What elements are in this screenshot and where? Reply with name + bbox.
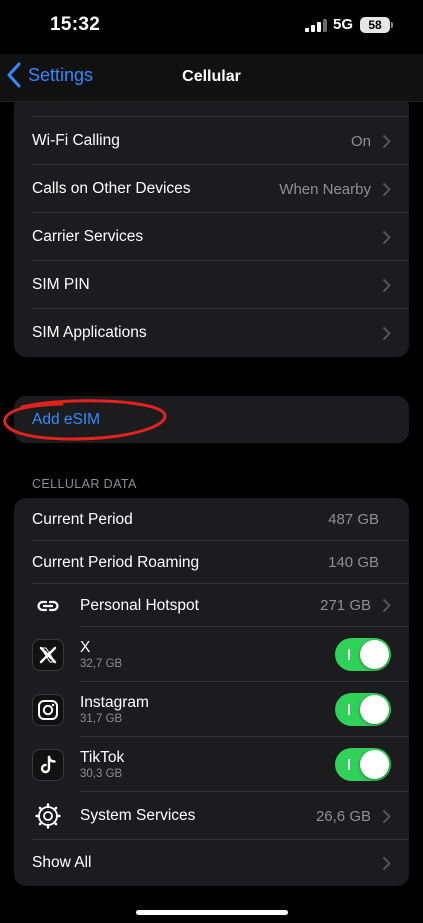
system-services-label: System Services xyxy=(80,807,196,824)
chevron-right-icon xyxy=(383,134,391,148)
chevron-right-icon xyxy=(383,326,391,340)
calls-other-devices-value: When Nearby xyxy=(279,180,371,198)
app-usage: 31,7 GB xyxy=(80,712,123,725)
cellular-data-toggle-tiktok[interactable] xyxy=(335,748,391,781)
show-all-label: Show All xyxy=(32,854,92,871)
network-type: 5G xyxy=(333,16,354,33)
wifi-calling-label: Wi-Fi Calling xyxy=(32,132,120,149)
battery-icon: 58 xyxy=(360,17,390,33)
current-period-label: Current Period xyxy=(32,510,133,528)
app-row-instagram: Instagram 31,7 GB xyxy=(14,682,409,737)
carrier-services-label: Carrier Services xyxy=(32,228,144,245)
app-usage: 32,7 GB xyxy=(80,657,123,670)
system-services-value: 26,6 GB xyxy=(315,807,371,825)
status-bar: 15:32 5G 58 xyxy=(0,0,423,54)
carrier-services-row[interactable]: Carrier Services xyxy=(14,213,409,261)
current-period-roaming-row: Current Period Roaming 140 GB xyxy=(14,541,409,584)
wifi-calling-row[interactable]: Wi-Fi Calling On xyxy=(14,117,409,165)
link-icon xyxy=(32,589,64,622)
calls-other-devices-row[interactable]: Calls on Other Devices When Nearby xyxy=(14,165,409,213)
personal-hotspot-label: Personal Hotspot xyxy=(80,596,199,614)
x-logo-icon xyxy=(32,638,64,671)
cellular-signal-icon xyxy=(305,19,327,32)
app-name: X xyxy=(80,638,91,656)
chevron-right-icon xyxy=(383,809,391,823)
cellular-data-toggle-x[interactable] xyxy=(335,638,391,671)
status-time: 15:32 xyxy=(50,14,101,35)
cellular-data-header: CELLULAR DATA xyxy=(32,477,137,491)
sim-pin-row[interactable]: SIM PIN xyxy=(14,261,409,309)
system-services-row[interactable]: System Services 26,6 GB xyxy=(14,792,409,840)
calls-other-devices-label: Calls on Other Devices xyxy=(32,180,191,197)
app-row-tiktok: TikTok 30,3 GB xyxy=(14,737,409,792)
app-row-x: X 32,7 GB xyxy=(14,627,409,682)
personal-hotspot-row[interactable]: Personal Hotspot 271 GB xyxy=(14,584,409,627)
battery-tip xyxy=(391,22,393,28)
cellular-data-group: Current Period 487 GB Current Period Roa… xyxy=(14,498,409,886)
app-name: TikTok xyxy=(80,748,125,766)
current-period-row: Current Period 487 GB xyxy=(14,498,409,541)
current-period-roaming-value: 140 GB xyxy=(328,554,379,571)
nav-bar: Settings Cellular xyxy=(0,56,423,100)
tiktok-icon xyxy=(32,748,64,781)
cellular-settings-screen: Wi-Fi Calling On Calls on Other Devices … xyxy=(0,0,423,923)
sim-pin-label: SIM PIN xyxy=(32,276,90,293)
chevron-right-icon xyxy=(383,230,391,244)
home-indicator[interactable] xyxy=(136,910,288,915)
app-name: Instagram xyxy=(80,693,149,711)
chevron-right-icon xyxy=(383,278,391,292)
cellular-data-toggle-instagram[interactable] xyxy=(335,693,391,726)
show-all-row[interactable]: Show All xyxy=(14,840,409,886)
chevron-right-icon xyxy=(383,182,391,196)
gear-icon xyxy=(32,800,64,832)
personal-hotspot-value: 271 GB xyxy=(320,597,371,614)
chevron-right-icon xyxy=(383,599,391,612)
instagram-icon xyxy=(32,693,64,726)
page-title: Cellular xyxy=(182,68,241,85)
app-usage: 30,3 GB xyxy=(80,767,123,780)
cellular-options-group: Wi-Fi Calling On Calls on Other Devices … xyxy=(14,94,409,357)
current-period-value: 487 GB xyxy=(328,511,379,528)
chevron-right-icon xyxy=(383,856,391,870)
current-period-roaming-label: Current Period Roaming xyxy=(32,553,200,571)
red-highlight-annotation xyxy=(3,399,167,441)
sim-applications-label: SIM Applications xyxy=(32,324,147,341)
sim-applications-row[interactable]: SIM Applications xyxy=(14,309,409,357)
wifi-calling-value: On xyxy=(350,132,371,150)
